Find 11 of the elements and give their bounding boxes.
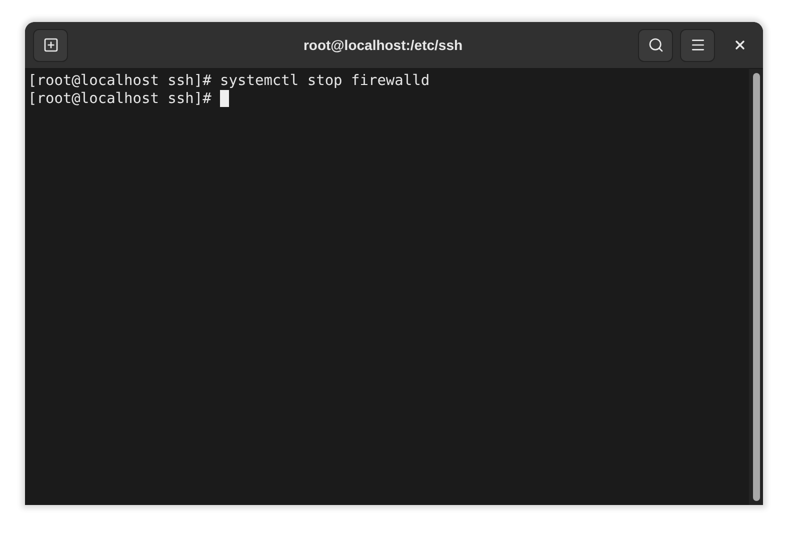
search-icon bbox=[648, 37, 664, 53]
window-title: root@localhost:/etc/ssh bbox=[303, 36, 463, 54]
new-tab-button[interactable] bbox=[33, 28, 68, 62]
menu-button[interactable] bbox=[680, 28, 715, 62]
terminal-line: [root@localhost ssh]# systemctl stop firewalld bbox=[28, 72, 430, 90]
search-button[interactable] bbox=[638, 28, 673, 62]
terminal-line: [root@localhost ssh]# bbox=[28, 90, 212, 108]
menu-icon bbox=[690, 37, 706, 53]
scrollbar-thumb[interactable] bbox=[752, 73, 760, 501]
close-icon bbox=[733, 38, 747, 52]
new-tab-icon bbox=[42, 37, 58, 53]
